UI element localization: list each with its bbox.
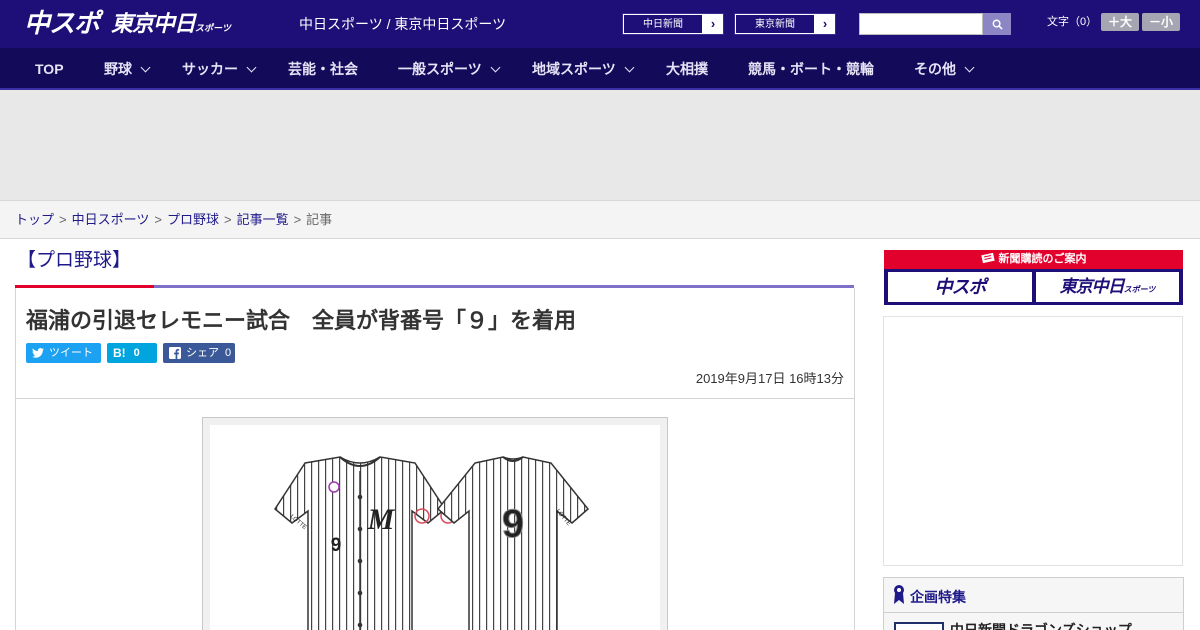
nav-item-other[interactable]: その他 — [914, 48, 975, 90]
breadcrumb-bar: トップ > 中日スポーツ > プロ野球 > 記事一覧 > 記事 — [0, 200, 1200, 239]
chevron-right-icon: › — [822, 16, 828, 31]
nav-item-racing[interactable]: 競馬・ボート・競輪 — [748, 48, 874, 90]
breadcrumb-link-article-list[interactable]: 記事一覧 — [237, 212, 289, 227]
sidebar-ad-area — [883, 316, 1183, 566]
article-divider — [16, 398, 854, 399]
main-nav: TOP 野球 サッカー 芸能・社会 一般スポーツ 地域スポーツ 大相撲 競馬・ボ… — [0, 48, 1200, 90]
nav-item-top[interactable]: TOP — [35, 48, 64, 90]
breadcrumb-separator: > — [293, 212, 302, 227]
font-smaller-button[interactable]: －小 — [1142, 13, 1180, 31]
dragons-shop-link[interactable]: 中日新聞ドラゴンズショップ — [950, 621, 1132, 630]
breadcrumb-link-pro-baseball[interactable]: プロ野球 — [167, 212, 219, 227]
tokyo-logo-small: スポーツ — [195, 23, 231, 33]
tweet-label: ツイート — [49, 347, 93, 359]
chevron-down-icon — [490, 62, 501, 73]
nav-label: TOP — [35, 61, 64, 77]
article-headline: 福浦の引退セレモニー試合 全員が背番号「９」を着用 — [26, 308, 577, 333]
nav-item-sumo[interactable]: 大相撲 — [666, 48, 708, 90]
chevron-down-icon — [964, 62, 975, 73]
tokyo-shimbun-label: 東京新聞 — [735, 14, 815, 34]
tokyo-logo-text: 東京中日 — [111, 11, 196, 36]
subscription-heading-text: 新聞購読のご案内 — [998, 253, 1087, 265]
breadcrumb-separator: > — [154, 212, 162, 227]
chunichi-shimbun-link[interactable]: 中日新聞 › — [622, 13, 724, 35]
twitter-icon — [32, 348, 44, 358]
tokyo-chunichi-logo[interactable]: 東京中日スポーツ — [111, 10, 231, 42]
hatena-bookmark-button[interactable]: B! 0 — [107, 343, 157, 363]
subscribe-tokyo-tile[interactable]: 東京中日スポーツ — [1036, 272, 1179, 302]
facebook-icon — [169, 347, 181, 359]
search-input[interactable] — [859, 13, 983, 35]
top-ad-area — [0, 90, 1200, 200]
uniform-image: M 9 LOTTE 9 LOTTE — [210, 425, 660, 630]
uniform-illustration: M 9 LOTTE 9 LOTTE — [274, 456, 590, 630]
front-number: 9 — [331, 535, 342, 556]
facebook-share-label: シェア — [186, 347, 219, 359]
nav-label: その他 — [914, 61, 956, 77]
nav-label: 地域スポーツ — [532, 61, 616, 77]
nav-label: 競馬・ボート・競輪 — [748, 61, 874, 77]
tweet-button[interactable]: ツイート — [26, 343, 101, 363]
site-header: 中スポ 東京中日スポーツ 中日スポーツ / 東京中日スポーツ 中日新聞 › 東京… — [0, 0, 1200, 48]
font-size-label: 文字（0） — [1047, 16, 1098, 28]
nav-label: 野球 — [104, 61, 132, 77]
article-photo[interactable]: M 9 LOTTE 9 LOTTE — [202, 417, 668, 630]
ribbon-icon — [894, 585, 904, 604]
breadcrumb-current: 記事 — [306, 212, 333, 227]
nav-item-soccer[interactable]: サッカー — [182, 48, 257, 90]
hatena-icon: B! — [113, 346, 126, 360]
article-card: 福浦の引退セレモニー試合 全員が背番号「９」を着用 ツイート B! 0 シェア … — [15, 288, 855, 630]
nav-item-entertainment[interactable]: 芸能・社会 — [288, 48, 358, 90]
chevron-down-icon — [140, 62, 151, 73]
nav-item-regional-sports[interactable]: 地域スポーツ — [532, 48, 635, 90]
facebook-share-count: 0 — [225, 347, 232, 359]
tokyo-tile-small: スポーツ — [1123, 285, 1156, 294]
newspaper-icon — [980, 252, 995, 264]
back-number: 9 — [502, 502, 524, 546]
nav-item-general-sports[interactable]: 一般スポーツ — [398, 48, 501, 90]
chunichi-shimbun-label: 中日新聞 — [623, 14, 703, 34]
chevron-down-icon — [246, 62, 257, 73]
feature-box: 企画特集 中日新聞ドラゴンズショップ — [883, 577, 1184, 630]
hatena-count: 0 — [133, 347, 140, 359]
site-names: 中日スポーツ / 東京中日スポーツ — [299, 16, 507, 32]
feature-divider — [884, 612, 1183, 613]
article-date: 2019年9月17日 16時13分 — [695, 371, 844, 386]
tokyo-shimbun-link[interactable]: 東京新聞 › — [734, 13, 836, 35]
front-logo: M — [367, 503, 396, 536]
breadcrumb: トップ > 中日スポーツ > プロ野球 > 記事一覧 > 記事 — [15, 211, 332, 229]
breadcrumb-separator: > — [223, 212, 232, 227]
facebook-share-button[interactable]: シェア 0 — [163, 343, 235, 363]
chuspo-logo[interactable]: 中スポ — [24, 8, 100, 38]
subscribe-chuspo-tile[interactable]: 中スポ — [888, 272, 1032, 302]
nav-label: 一般スポーツ — [398, 61, 482, 77]
subscription-heading[interactable]: 新聞購読のご案内 — [884, 250, 1183, 269]
subscription-box: 新聞購読のご案内 中スポ 東京中日スポーツ — [884, 250, 1183, 305]
font-larger-button[interactable]: ＋大 — [1101, 13, 1139, 31]
chevron-right-icon: › — [710, 16, 716, 31]
nav-label: サッカー — [182, 61, 238, 77]
nav-item-baseball[interactable]: 野球 — [104, 48, 151, 90]
feature-title: 企画特集 — [910, 589, 966, 605]
article-category: 【プロ野球】 — [17, 250, 132, 271]
breadcrumb-link-top[interactable]: トップ — [15, 212, 54, 227]
tokyo-tile-text: 東京中日 — [1059, 277, 1125, 296]
search-icon — [992, 19, 1003, 30]
dragons-shop-thumbnail[interactable] — [894, 622, 944, 630]
chevron-down-icon — [624, 62, 635, 73]
breadcrumb-separator: > — [59, 212, 67, 227]
nav-label: 芸能・社会 — [288, 61, 358, 77]
breadcrumb-link-chunichi-sports[interactable]: 中日スポーツ — [72, 212, 150, 227]
nav-label: 大相撲 — [666, 61, 708, 77]
search-button[interactable] — [983, 13, 1011, 35]
